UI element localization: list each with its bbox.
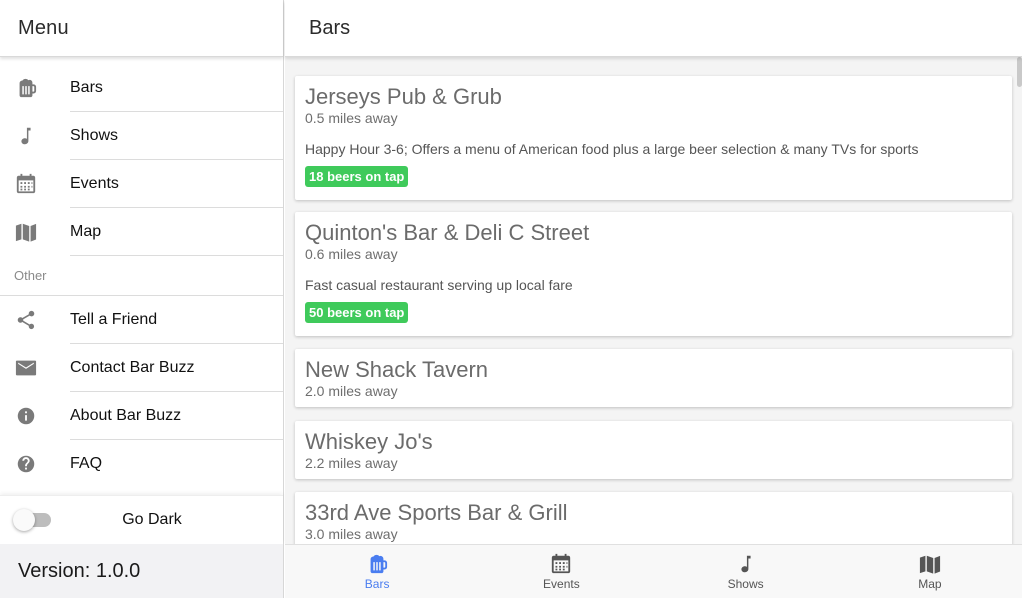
main-header: Bars	[285, 0, 1022, 57]
menu-item-label: Tell a Friend	[70, 296, 283, 344]
bottom-tab-bar: Bars Events Shows Map	[285, 544, 1022, 598]
side-menu: Menu Bars Shows Events Map Other Tell a …	[0, 0, 284, 598]
bar-card[interactable]: Whiskey Jo's 2.2 miles away	[295, 421, 1012, 479]
bar-distance: 3.0 miles away	[305, 526, 398, 542]
menu-item-events[interactable]: Events	[0, 160, 283, 208]
bar-card[interactable]: Quinton's Bar & Deli C Street 0.6 miles …	[295, 212, 1012, 336]
tab-bars[interactable]: Bars	[285, 545, 469, 598]
beer-mug-icon	[370, 554, 388, 573]
menu-item-label: Map	[70, 208, 283, 256]
menu-item-map[interactable]: Map	[0, 208, 283, 256]
map-icon	[919, 555, 940, 574]
bar-description: Happy Hour 3-6; Offers a menu of America…	[305, 141, 919, 157]
mail-icon	[0, 344, 70, 392]
menu-item-faq[interactable]: FAQ	[0, 440, 283, 488]
bar-distance: 0.6 miles away	[305, 246, 398, 262]
menu-item-label: Events	[70, 160, 283, 208]
menu-item-label: Bars	[70, 64, 283, 112]
tab-map[interactable]: Map	[838, 545, 1022, 598]
music-note-icon	[741, 555, 751, 572]
bar-name: Quinton's Bar & Deli C Street	[305, 220, 590, 245]
share-icon	[0, 296, 70, 344]
calendar-icon	[552, 553, 571, 573]
bar-card[interactable]: 33rd Ave Sports Bar & Grill 3.0 miles aw…	[295, 492, 1012, 544]
bar-list[interactable]: Jerseys Pub & Grub 0.5 miles away Happy …	[285, 57, 1022, 544]
bar-distance: 2.2 miles away	[305, 455, 398, 471]
bar-name: Whiskey Jo's	[305, 429, 433, 454]
dark-mode-label: Go Dark	[122, 511, 182, 528]
tab-label: Map	[918, 576, 942, 591]
version-text: Version: 1.0.0	[0, 544, 283, 598]
bar-distance: 0.5 miles away	[305, 110, 398, 126]
bar-name: 33rd Ave Sports Bar & Grill	[305, 500, 568, 525]
beers-on-tap-badge: 18 beers on tap	[305, 166, 409, 187]
menu-item-contact[interactable]: Contact Bar Buzz	[0, 344, 283, 392]
bar-card[interactable]: Jerseys Pub & Grub 0.5 miles away Happy …	[295, 76, 1012, 200]
dark-mode-row: Go Dark	[0, 495, 283, 544]
menu-item-tell-a-friend[interactable]: Tell a Friend	[0, 296, 283, 344]
menu-item-label: Contact Bar Buzz	[70, 344, 283, 392]
bar-distance: 2.0 miles away	[305, 383, 398, 399]
menu-item-label: About Bar Buzz	[70, 392, 283, 440]
main-panel: Bars Jerseys Pub & Grub 0.5 miles away H…	[285, 0, 1022, 598]
help-icon	[0, 440, 70, 488]
menu-header: Menu	[0, 0, 283, 57]
music-note-icon	[0, 112, 70, 160]
beer-mug-icon	[0, 64, 70, 112]
menu-title: Menu	[18, 16, 69, 39]
menu-item-about[interactable]: About Bar Buzz	[0, 392, 283, 440]
info-icon	[0, 392, 70, 440]
section-label-other: Other	[0, 256, 283, 296]
scrollbar[interactable]	[1017, 57, 1022, 87]
tab-label: Bars	[364, 576, 390, 591]
tab-label: Events	[543, 576, 580, 591]
menu-item-label: FAQ	[70, 455, 103, 472]
bar-description: Fast casual restaurant serving up local …	[305, 277, 573, 293]
bar-name: New Shack Tavern	[305, 357, 489, 382]
map-icon	[0, 208, 70, 256]
bar-name: Jerseys Pub & Grub	[305, 84, 502, 109]
tab-events[interactable]: Events	[469, 545, 653, 598]
bar-card[interactable]: New Shack Tavern 2.0 miles away	[295, 349, 1012, 407]
toggle-knob	[13, 509, 35, 531]
menu-item-bars[interactable]: Bars	[0, 64, 283, 112]
dark-mode-toggle[interactable]	[13, 509, 51, 531]
calendar-icon	[0, 160, 70, 208]
menu-item-label: Shows	[70, 112, 283, 160]
tab-shows[interactable]: Shows	[654, 545, 838, 598]
menu-item-shows[interactable]: Shows	[0, 112, 283, 160]
page-title: Bars	[309, 16, 351, 39]
tab-label: Shows	[727, 576, 764, 591]
beers-on-tap-badge: 50 beers on tap	[305, 302, 409, 323]
